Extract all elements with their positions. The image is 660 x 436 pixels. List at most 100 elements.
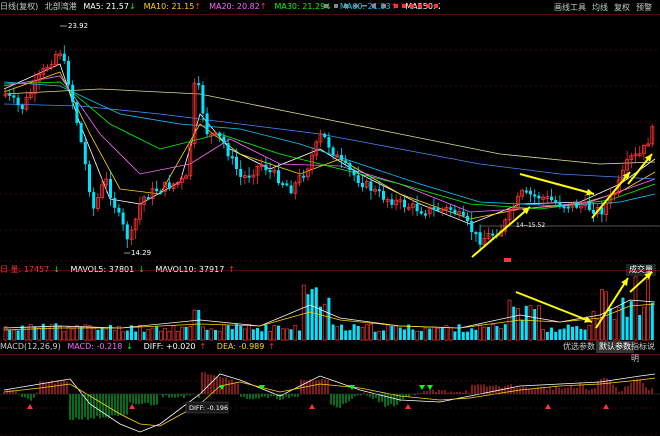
volume-bar-up (360, 326, 365, 341)
forward-icon[interactable] (344, 4, 348, 8)
volume-bar-down (554, 331, 558, 340)
candle-down (340, 154, 343, 161)
volume-bar-up (482, 326, 487, 341)
volume-bar-up (394, 325, 398, 341)
candle-down (466, 215, 469, 222)
candle-down (218, 132, 222, 137)
buy-signal-icon (309, 404, 315, 409)
draw-tool-button[interactable]: 画线工具 (554, 2, 586, 13)
candle-down (562, 206, 566, 209)
buy-signal-icon (27, 404, 33, 409)
volume-bar-up (188, 325, 193, 341)
volume-bar-down (8, 329, 12, 340)
candle-down (348, 163, 352, 171)
adjust-button[interactable]: 复权 (614, 2, 630, 13)
volume-bar-down (407, 324, 411, 340)
volume-bar-down (562, 328, 566, 340)
volume-bar-down (235, 324, 238, 340)
candle-down (453, 209, 457, 215)
candle-down (167, 182, 171, 189)
volume-bar-up (37, 327, 41, 341)
minus-icon[interactable] (362, 5, 367, 7)
volume-bar-up (612, 319, 617, 341)
optimal-params-button[interactable]: 优选参数 (560, 341, 598, 353)
macd-arrow: ↓ (126, 342, 134, 351)
indicator-help-button[interactable]: 指标说明 (628, 341, 660, 363)
volume-bar-down (356, 326, 360, 340)
volume-bar-down (79, 326, 83, 340)
candle-down (470, 221, 474, 233)
candle-down (550, 196, 553, 201)
volume-bar-up (537, 305, 541, 341)
ma-arrow-1: ↑ (194, 2, 202, 11)
low-price-label: 14.29 (131, 249, 151, 257)
volume-bar-down (440, 326, 444, 340)
volume-bar-up (104, 328, 109, 341)
candle-down (235, 156, 238, 169)
macd-chart[interactable]: DIFF: -0.196 (0, 354, 660, 436)
candle-down (117, 207, 121, 213)
volume-bar-down (277, 325, 280, 340)
ma-line-6 (3, 88, 656, 165)
candle-down (205, 113, 209, 135)
price-chart[interactable]: 23.92 14.29 14--15.52 (0, 14, 660, 262)
stock-name: 北部湾港 (44, 2, 77, 11)
volume-bar-up (432, 326, 436, 341)
plus-icon[interactable] (372, 4, 376, 8)
volume-bar-down (558, 329, 562, 340)
volume-bar-up (616, 306, 621, 341)
diff-label: DIFF: +0.020 ↑ (144, 342, 211, 351)
volume-chart[interactable] (0, 270, 660, 342)
volume-bar-up (369, 323, 373, 341)
arrow-icon[interactable] (324, 4, 328, 8)
volume-bar-up (285, 328, 289, 341)
candle-down (323, 133, 327, 138)
volume-bar-up (163, 327, 167, 341)
candle-down (71, 84, 75, 103)
volume-bar-up (268, 331, 272, 341)
toolbar-icons (324, 4, 438, 8)
volume-bar-up (49, 324, 54, 341)
volume-bar-down (264, 324, 268, 340)
candle-down (146, 197, 150, 200)
macd-label: MACD: -0.218 ↓ (67, 342, 137, 351)
volume-bar-down (608, 308, 612, 340)
candle-down (575, 202, 579, 208)
volume-bar-down (16, 330, 20, 340)
volume-bar-down (109, 324, 112, 340)
dea-arrow: ↑ (268, 342, 276, 351)
volume-bar-up (591, 310, 596, 341)
candle-down (537, 195, 541, 199)
ma-button[interactable]: 均线 (592, 2, 608, 13)
candle-down (533, 194, 537, 197)
volume-bar-down (142, 331, 146, 340)
volume-bar-down (340, 324, 343, 340)
period-label[interactable]: 日线(复权) (0, 2, 38, 11)
back-icon[interactable] (334, 4, 338, 8)
dea-value: DEA: -0.989 (216, 342, 265, 351)
volume-bar-up (507, 299, 512, 341)
volume-bar-down (550, 327, 553, 340)
candle-down (478, 232, 482, 245)
volume-bar-up (62, 330, 67, 341)
menu-icon[interactable] (382, 4, 386, 8)
volume-bar-down (512, 306, 516, 340)
candle-down (109, 178, 112, 198)
candle-down (281, 183, 285, 186)
volume-bar-down (100, 327, 104, 340)
volume-bar-up (516, 308, 520, 341)
volume-bar-up (146, 329, 151, 341)
volume-bar-up (448, 327, 453, 341)
volume-bar-down (524, 305, 528, 340)
volume-bar-up (222, 324, 226, 341)
volume-bar-up (280, 328, 285, 341)
buy-signal-icon (405, 404, 411, 409)
volume-bar-up (541, 329, 545, 341)
alert-button[interactable]: 预警 (636, 2, 652, 13)
volume-bar-down (352, 324, 356, 340)
settings-icon[interactable] (354, 4, 358, 8)
candle-down (424, 213, 427, 216)
candle-down (16, 97, 20, 105)
volume-bar-up (180, 326, 184, 341)
candle-down (592, 209, 595, 214)
